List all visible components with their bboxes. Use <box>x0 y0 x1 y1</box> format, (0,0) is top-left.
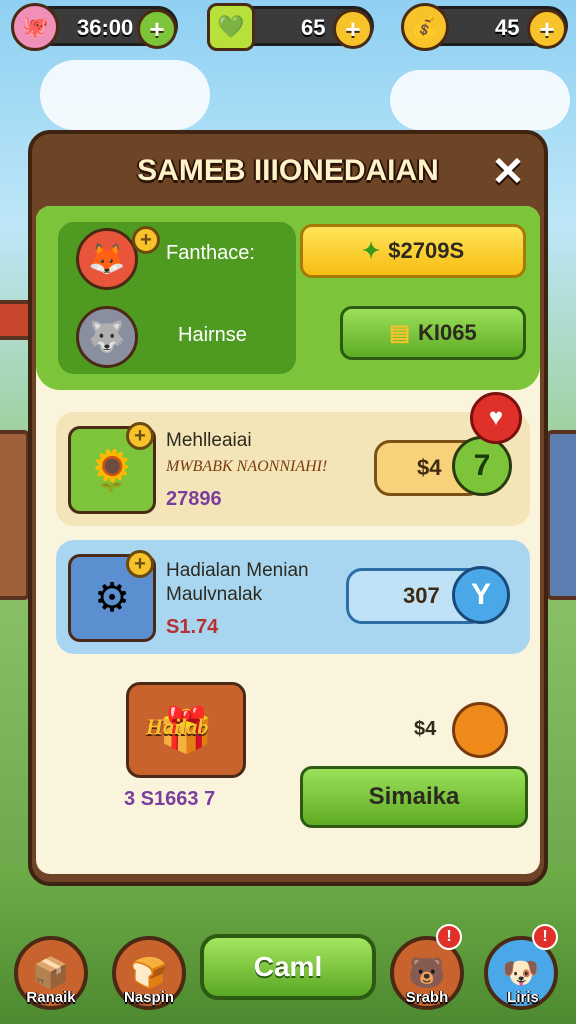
offer-subtitle: MWBABK NAONNIAHI! <box>166 458 328 475</box>
coin-pouch-icon: 💰 <box>401 3 449 51</box>
nav-label: Srabh <box>405 989 449 1006</box>
offer-title: Hadialan Menian <box>166 560 309 581</box>
center-action-button[interactable]: Caml <box>200 934 376 1000</box>
close-icon[interactable]: ✕ <box>486 150 530 194</box>
bundle-price: $4 <box>414 718 437 740</box>
offer-subtitle: Maulvnalak <box>166 584 263 605</box>
add-resource-button[interactable]: + <box>137 9 177 49</box>
plus-icon: + <box>132 226 160 254</box>
notification-badge: ! <box>436 924 462 950</box>
dialog-title: SAMEB IIIONEDAIAN <box>137 154 439 187</box>
offer-title: Mehlleaiai <box>166 430 252 451</box>
add-resource-button[interactable]: + <box>527 9 567 49</box>
plus-icon: + <box>126 422 154 450</box>
buy-gold-price: KI065 <box>418 320 477 345</box>
wolf-character-icon: 🐺 <box>76 306 138 368</box>
resource-value: 65 <box>301 15 326 40</box>
nav-label: Liris <box>507 989 539 1006</box>
cloud <box>40 60 210 130</box>
offer-level-badge: 7 <box>452 436 512 496</box>
notification-badge: ! <box>532 924 558 950</box>
offer-price-label: 307 <box>403 583 440 608</box>
heart-tag-icon: ♥ <box>470 392 522 444</box>
bundle-tag-icon <box>452 702 508 758</box>
add-resource-button[interactable]: + <box>333 9 373 49</box>
resource-counter-gems: 💚 65 + <box>207 3 374 51</box>
bundle-stat: 3 S1663 7 <box>124 788 216 810</box>
resource-counter-time: 🐙 36:00 + <box>11 3 178 51</box>
featured-item-label: Hairnse <box>178 324 247 346</box>
featured-item-label: Fanthace: <box>166 242 255 264</box>
dialog-body: 🦊 + Fanthace: 🐺 Hairnse ✦ $2709S ▤ KI065… <box>36 206 540 874</box>
house <box>0 430 30 600</box>
shop-dialog: SAMEB IIIONEDAIAN ✕ 🦊 + Fanthace: 🐺 Hair… <box>28 130 548 886</box>
creature-icon: 🐙 <box>11 3 59 51</box>
offer-price-label: $4 <box>417 455 442 480</box>
house <box>546 430 576 600</box>
offer-row[interactable]: ⚙ + Hadialan Menian Maulvnalak S1.74 307… <box>56 540 530 654</box>
offer-level-badge: Y <box>452 566 510 624</box>
featured-panel: 🦊 + Fanthace: 🐺 Hairnse ✦ $2709S ▤ KI065 <box>36 206 540 390</box>
nav-label: Naspin <box>123 989 174 1006</box>
gem-icon: ✦ <box>361 238 381 263</box>
gem-box-icon: 💚 <box>207 3 255 51</box>
resource-value: 45 <box>495 15 520 40</box>
cloud <box>390 70 570 130</box>
plus-icon: + <box>126 550 154 578</box>
resource-value: 36:00 <box>77 15 134 40</box>
offer-row[interactable]: 🌻 + Mehlleaiai MWBABK NAONNIAHI! 27896 $… <box>56 392 530 526</box>
gold-bars-icon: ▤ <box>389 320 411 345</box>
offer-stat: S1.74 <box>166 616 219 638</box>
bundle-title: Hailab <box>146 714 209 739</box>
buy-gold-button[interactable]: ▤ KI065 <box>340 306 526 360</box>
buy-gem-button[interactable]: ✦ $2709S <box>300 224 526 278</box>
offer-stat: 27896 <box>166 488 222 510</box>
resource-counter-coins: 💰 45 + <box>401 3 568 51</box>
nav-label: Ranaik <box>26 989 76 1006</box>
buy-gem-price: $2709S <box>388 238 465 263</box>
bundle-buy-button[interactable]: Simaika <box>300 766 528 828</box>
fire-creature-icon: 🦊 <box>76 228 138 290</box>
